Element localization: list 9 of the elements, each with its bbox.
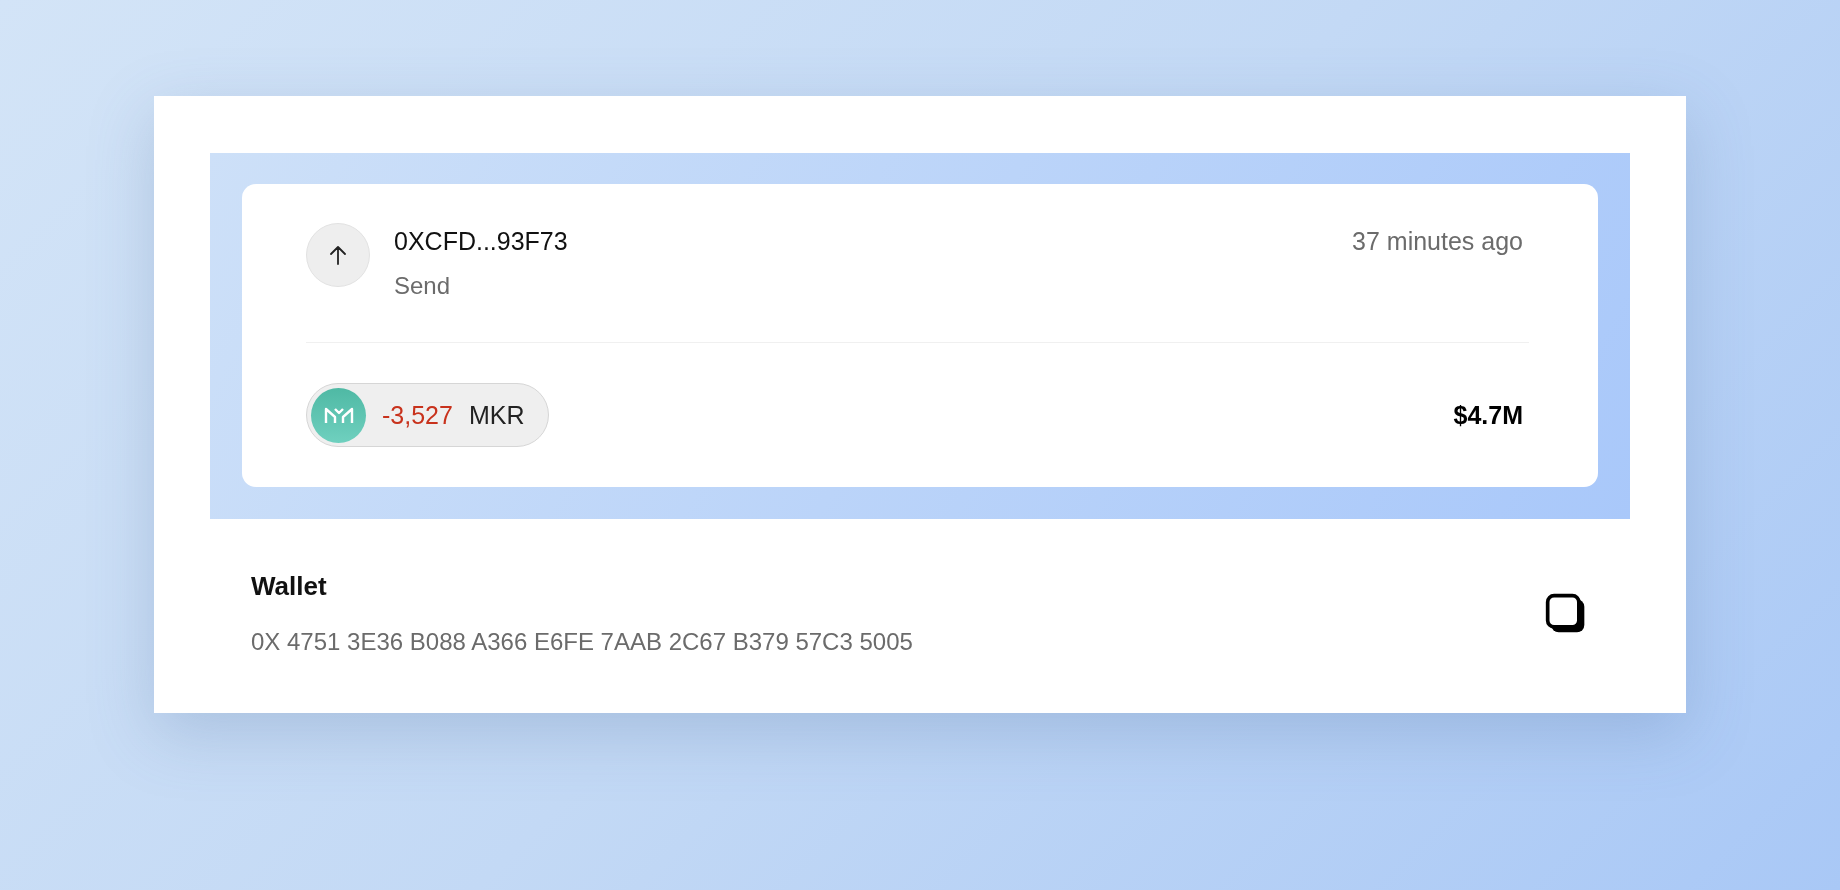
token-symbol: MKR — [468, 400, 525, 430]
token-amount: -3,527 — [382, 400, 453, 430]
transaction-value: $4.7M — [1453, 400, 1523, 430]
token-logo-icon — [311, 387, 366, 443]
wallet-address: 0X 4751 3E36 B088 A366 E6FE 7AAB 2C67 B379 57C3 5005 — [251, 628, 913, 656]
wallet-title: Wallet — [251, 571, 328, 602]
transaction-time: 37 minutes ago — [1352, 227, 1523, 256]
transaction-type: Send — [394, 272, 452, 300]
transaction-address: 0XCFD...93F73 — [394, 227, 569, 256]
